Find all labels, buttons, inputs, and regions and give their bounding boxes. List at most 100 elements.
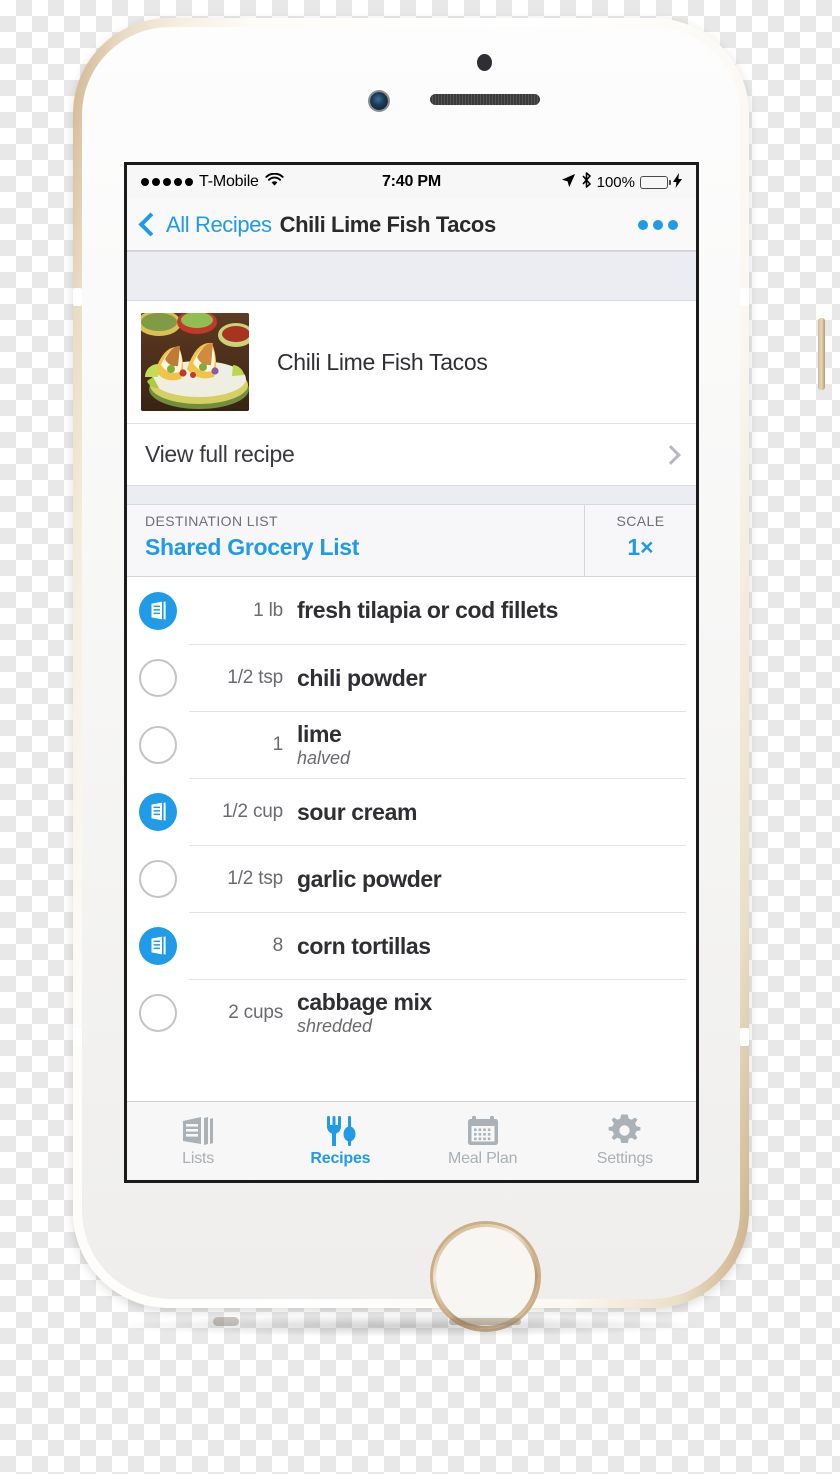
proximity-sensor [477,54,492,71]
earpiece-speaker [430,94,540,105]
tab-meal-plan-label: Meal Plan [447,1149,518,1167]
empty-circle-icon [139,658,177,697]
recipe-card[interactable]: Chili Lime Fish Tacos [127,301,696,423]
ingredient-body: 1 lime halved [189,711,686,778]
signal-strength-dots [141,178,193,186]
ingredient-checkbox-unchecked[interactable] [127,859,189,898]
ingredient-quantity: 1/2 tsp [227,667,283,688]
section-spacer-top [127,251,696,301]
empty-circle-icon [139,859,177,898]
tab-meal-plan[interactable]: Meal Plan [412,1102,554,1180]
ingredient-body: 1/2 cup sour cream [189,778,686,845]
status-bar-left: T-Mobile [141,172,331,192]
calendar-icon [466,1115,500,1147]
power-button[interactable] [818,318,825,390]
destination-list-label: DESTINATION LIST [145,513,278,529]
chevron-right-icon [661,444,681,465]
utensils-icon [324,1115,356,1147]
list-added-icon [139,591,177,630]
phone-screen: T-Mobile 7:40 PM 100% All Recipes Chili … [124,162,699,1183]
recipe-thumbnail [141,313,249,411]
ingredient-text: fresh tilapia or cod fillets [297,598,686,623]
ingredient-quantity: 1/2 cup [222,801,283,822]
ingredient-body: 8 corn tortillas [189,912,686,979]
ingredient-list: 1 lb fresh tilapia or cod fillets 1/2 tsp c… [127,577,696,1046]
back-button[interactable]: All Recipes [138,212,272,238]
ingredient-row[interactable]: 1 lb fresh tilapia or cod fillets [127,577,696,644]
ingredient-row[interactable]: 1 lime halved [127,711,696,778]
page-title: Chili Lime Fish Tacos [279,211,497,237]
more-options-button[interactable] [638,219,684,230]
ingredient-row[interactable]: 1/2 cup sour cream [127,778,696,845]
ingredient-checkbox-unchecked[interactable] [127,993,189,1032]
ingredient-text: corn tortillas [297,932,686,959]
ingredient-checkbox-unchecked[interactable] [127,725,189,764]
ingredient-row[interactable]: 2 cups cabbage mix shredded [127,979,696,1046]
charging-bolt-icon [673,172,682,192]
ingredient-name: garlic powder [297,865,442,892]
ingredient-checkbox-checked[interactable] [127,792,189,831]
carrier-name: T-Mobile [199,173,259,190]
clock: 7:40 PM [381,173,442,190]
empty-circle-icon [139,993,177,1032]
destination-list-cell[interactable]: DESTINATION LIST Shared Grocery List [127,505,584,576]
ingredient-row[interactable]: 1/2 tsp chili powder [127,644,696,711]
tab-lists[interactable]: Lists [127,1102,269,1180]
ingredient-quantity: 2 cups [228,1002,283,1023]
navigation-bar: All Recipes Chili Lime Fish Tacos [127,199,696,251]
ingredient-quantity: 1/2 tsp [227,868,283,889]
ingredient-quantity: 1 lb [253,599,283,621]
tab-settings-label: Settings [596,1150,653,1167]
scale-label: SCALE [616,513,665,529]
ingredient-name: cabbage mix [297,988,432,1015]
ingredient-quantity: 8 [272,935,284,956]
destination-scale-bar: DESTINATION LIST Shared Grocery List SCA… [127,505,696,577]
list-added-icon [139,926,177,965]
ingredient-quantity: 1 [272,734,284,755]
view-full-recipe-label: View full recipe [145,441,295,467]
ingredient-name: sour cream [297,798,418,825]
ingredient-name: corn tortillas [297,932,431,959]
tab-recipes-label: Recipes [310,1149,371,1167]
ingredient-body: 2 cups cabbage mix shredded [189,979,686,1046]
view-full-recipe-row[interactable]: View full recipe [127,423,696,485]
ingredient-body: 1 lb fresh tilapia or cod fillets [189,577,686,644]
ingredient-text: cabbage mix shredded [297,988,686,1037]
ingredient-name: lime [297,720,342,747]
location-arrow-icon [561,173,576,192]
bluetooth-icon [581,172,592,192]
scale-value[interactable]: 1× [585,534,696,561]
tab-bar: Lists Recipes Meal Plan Settings [127,1101,696,1180]
antenna-band-right [740,288,749,306]
recipe-card-title: Chili Lime Fish Tacos [277,348,488,375]
lists-icon [181,1115,215,1147]
device-shadow [110,1315,710,1337]
battery-percentage: 100% [596,173,635,191]
status-bar-right: 100% [492,172,682,192]
home-button-ring [433,1224,538,1329]
ingredient-row[interactable]: 1/2 tsp garlic powder [127,845,696,912]
status-bar: T-Mobile 7:40 PM 100% [127,165,696,199]
tab-lists-label: Lists [182,1149,215,1167]
scale-cell[interactable]: SCALE 1× [584,505,696,576]
destination-list-value[interactable]: Shared Grocery List [145,534,566,561]
ingredient-checkbox-checked[interactable] [127,591,189,630]
ingredient-row[interactable]: 8 corn tortillas [127,912,696,979]
tab-settings[interactable]: Settings [554,1102,696,1180]
ingredient-text: garlic powder [297,865,686,892]
ingredient-body: 1/2 tsp garlic powder [189,845,686,912]
ingredient-text: sour cream [297,798,686,825]
chevron-left-icon [138,212,163,237]
home-button[interactable] [433,1224,538,1329]
tab-recipes[interactable]: Recipes [269,1102,411,1180]
antenna-band-left-bottom [73,1028,82,1046]
empty-circle-icon [139,725,177,764]
ingredient-checkbox-checked[interactable] [127,926,189,965]
ingredient-checkbox-unchecked[interactable] [127,658,189,697]
wifi-icon [265,172,284,192]
gear-icon [608,1114,641,1147]
ingredient-text: lime halved [297,720,686,769]
ingredient-note: halved [297,747,351,768]
battery-icon [640,175,672,189]
ingredient-text: chili powder [297,665,686,691]
